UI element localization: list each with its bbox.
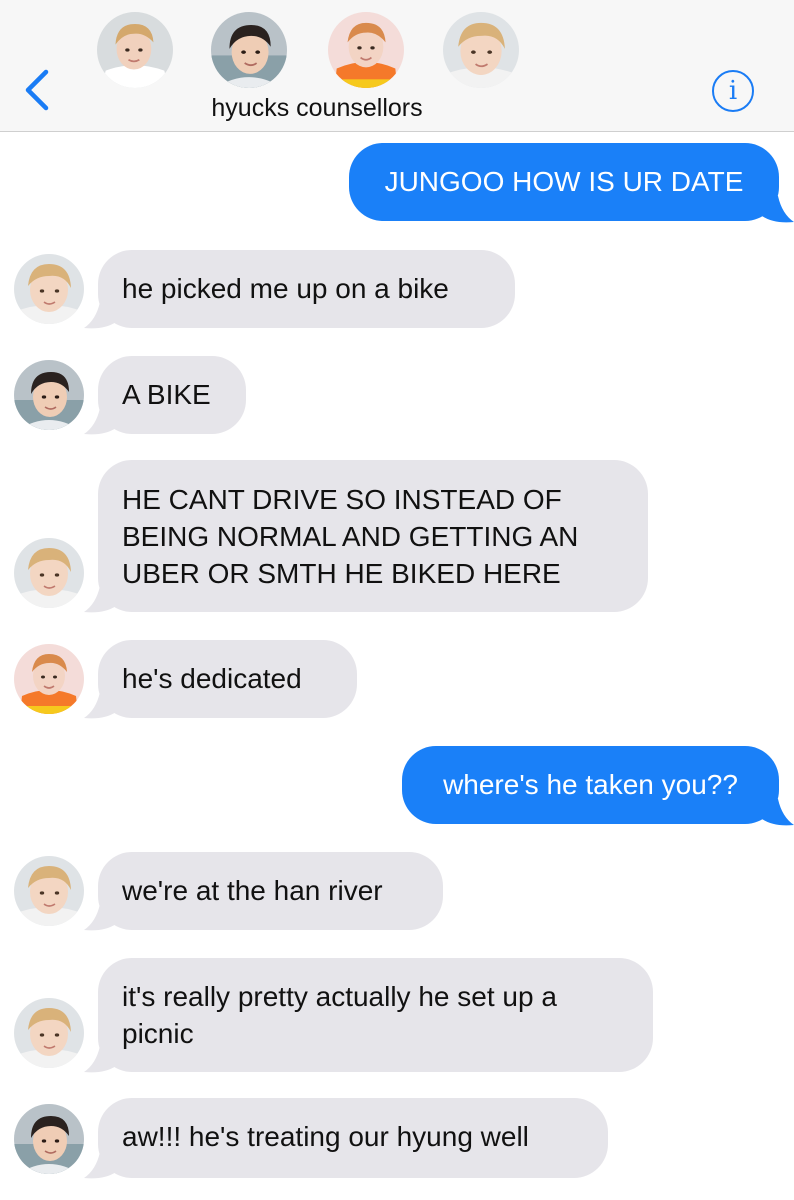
group-avatar-4[interactable] [443, 12, 519, 88]
sender-avatar[interactable] [14, 538, 84, 608]
incoming-bubble-tail [84, 692, 120, 719]
sender-avatar[interactable] [14, 998, 84, 1068]
conversation-header: hyucks counsellors i [0, 0, 794, 132]
incoming-bubble-tail [84, 1046, 120, 1073]
incoming-message[interactable]: we're at the han river [98, 852, 443, 930]
incoming-message[interactable]: he picked me up on a bike [98, 250, 515, 328]
outgoing-bubble-tail [758, 799, 794, 826]
sender-avatar[interactable] [14, 360, 84, 430]
sender-avatar[interactable] [14, 1104, 84, 1174]
incoming-message[interactable]: he's dedicated [98, 640, 357, 718]
outgoing-bubble-tail [758, 196, 794, 223]
incoming-bubble-tail [84, 904, 120, 931]
group-avatar-1[interactable] [97, 12, 173, 88]
incoming-message[interactable]: it's really pretty actually he set up a … [98, 958, 653, 1072]
info-icon[interactable]: i [712, 70, 754, 112]
incoming-message[interactable]: HE CANT DRIVE SO INSTEAD OF BEING NORMAL… [98, 460, 648, 612]
sender-avatar[interactable] [14, 644, 84, 714]
group-avatar-3[interactable] [328, 12, 404, 88]
sender-avatar[interactable] [14, 856, 84, 926]
outgoing-message[interactable]: JUNGOO HOW IS UR DATE [349, 143, 779, 221]
incoming-message[interactable]: A BIKE [98, 356, 246, 434]
incoming-message[interactable]: aw!!! he's treating our hyung well [98, 1098, 608, 1178]
incoming-bubble-tail [84, 1152, 120, 1179]
incoming-bubble-tail [84, 408, 120, 435]
incoming-bubble-tail [84, 586, 120, 613]
incoming-bubble-tail [84, 302, 120, 329]
group-avatar-2[interactable] [211, 12, 287, 88]
sender-avatar[interactable] [14, 254, 84, 324]
outgoing-message[interactable]: where's he taken you?? [402, 746, 779, 824]
group-title[interactable]: hyucks counsellors [0, 94, 634, 123]
